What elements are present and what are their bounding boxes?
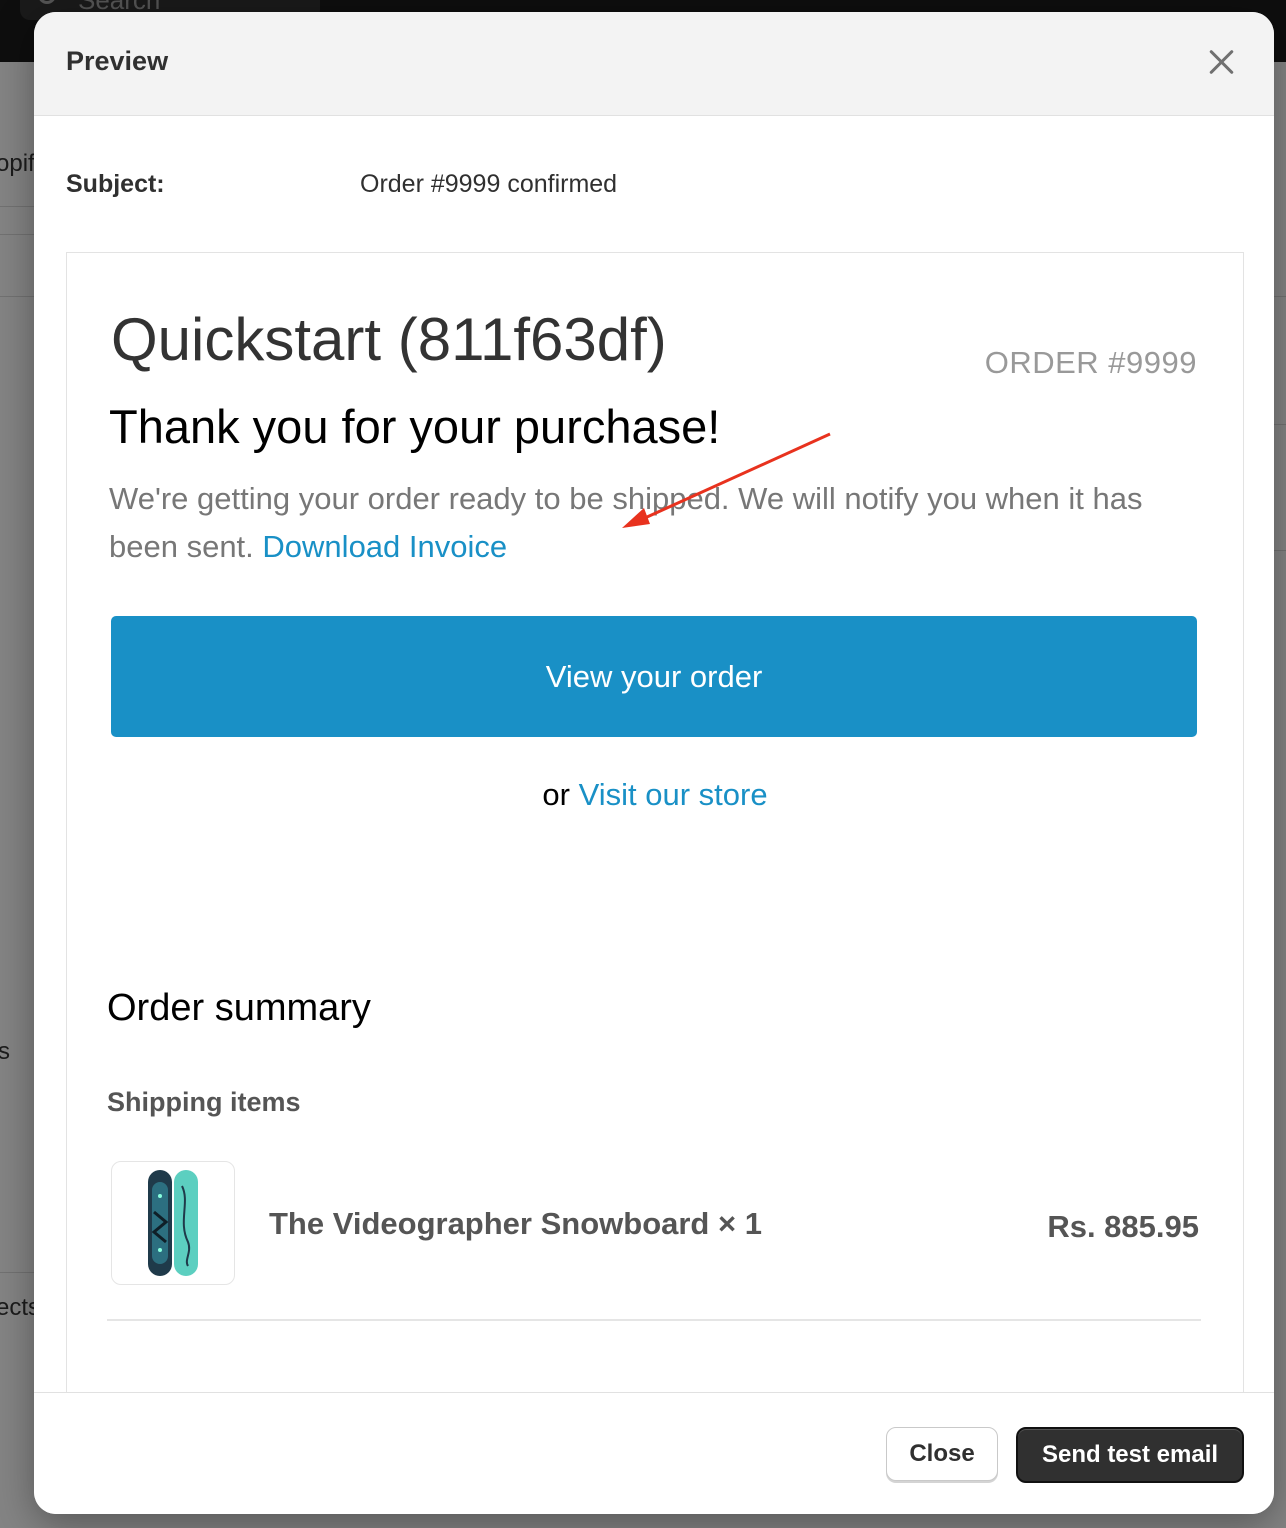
shipping-items-title: Shipping items <box>107 1087 301 1117</box>
snowboard-image <box>148 1170 198 1276</box>
view-order-button[interactable]: View your order <box>111 616 1197 737</box>
modal-header: Preview <box>34 12 1274 116</box>
subject-value: Order #9999 confirmed <box>360 170 618 198</box>
close-button[interactable]: Close <box>886 1427 998 1481</box>
email-heading: Thank you for your purchase! <box>109 400 721 453</box>
subject-label: Subject: <box>66 170 165 198</box>
modal-footer: Close Send test email <box>34 1392 1274 1514</box>
order-number: ORDER #9999 <box>984 345 1197 380</box>
close-icon[interactable] <box>1208 48 1236 76</box>
or-text: or <box>542 777 570 812</box>
modal-title: Preview <box>66 46 169 76</box>
product-thumbnail <box>111 1161 235 1285</box>
email-message: We're getting your order ready to be shi… <box>109 475 1179 571</box>
send-test-email-button[interactable]: Send test email <box>1016 1427 1244 1483</box>
download-invoice-link[interactable]: Download Invoice <box>262 529 507 564</box>
item-name: The Videographer Snowboard × 1 <box>269 1206 762 1241</box>
divider <box>107 1319 1201 1321</box>
order-summary-title: Order summary <box>107 987 371 1029</box>
item-price: Rs. 885.95 <box>1047 1209 1199 1244</box>
store-line: or Visit our store <box>67 777 1243 813</box>
preview-modal: Preview Subject: Order #9999 confirmed Q… <box>34 12 1274 1514</box>
visit-store-link[interactable]: Visit our store <box>579 777 768 812</box>
email-preview: Quickstart (811f63df) ORDER #9999 Thank … <box>66 252 1244 1403</box>
shop-name: Quickstart (811f63df) <box>111 306 667 373</box>
